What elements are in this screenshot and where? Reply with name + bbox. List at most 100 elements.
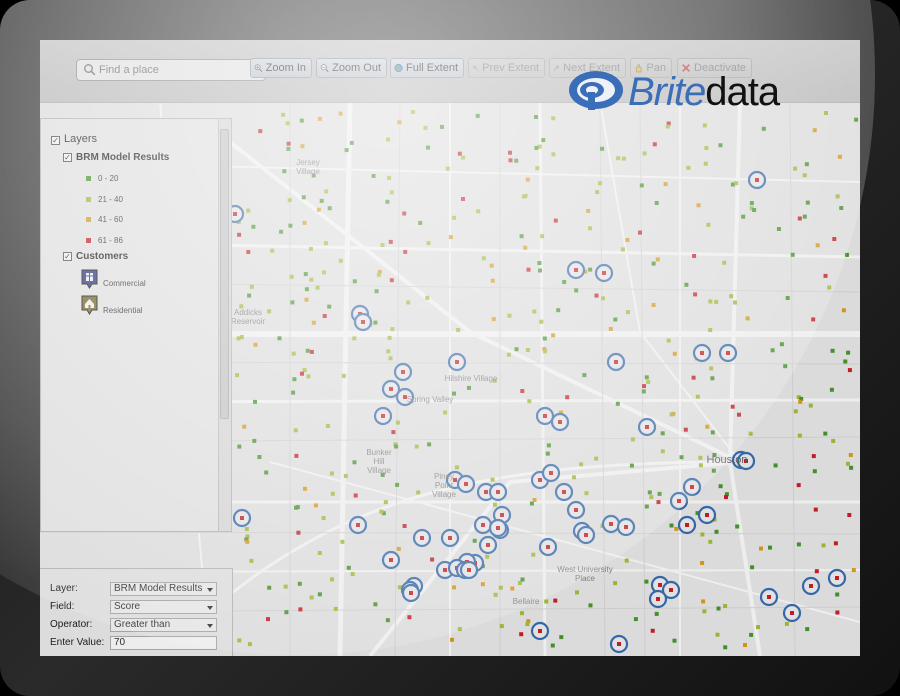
- score-point: [302, 368, 307, 373]
- field-select[interactable]: Score: [110, 600, 217, 614]
- layer-select[interactable]: BRM Model Results: [110, 582, 217, 596]
- score-point: [553, 218, 558, 223]
- score-point: [796, 483, 801, 488]
- customer-score-point: [790, 611, 794, 615]
- score-point: [752, 208, 757, 212]
- operator-select[interactable]: Greater than: [110, 618, 217, 632]
- layers-scrollbar-thumb[interactable]: [220, 129, 229, 419]
- score-point: [443, 410, 448, 415]
- layer-select-value: BRM Model Results: [114, 583, 203, 594]
- score-point: [291, 390, 296, 395]
- score-point: [624, 558, 629, 563]
- brm-model-results-label: BRM Model Results: [76, 152, 170, 163]
- score-point: [519, 234, 524, 239]
- score-point: [325, 423, 330, 428]
- customer-score-point: [361, 320, 365, 324]
- score-point: [294, 453, 299, 458]
- score-point: [279, 229, 284, 234]
- legend-label-21-40: 21 - 40: [98, 195, 123, 204]
- score-point: [633, 617, 638, 622]
- map-label-jersey-village: Jersey Village: [296, 158, 320, 176]
- score-point: [317, 551, 322, 555]
- score-point: [304, 287, 309, 292]
- score-point: [235, 373, 240, 378]
- score-point: [249, 284, 254, 289]
- zoom-in-button[interactable]: Zoom In: [250, 58, 312, 78]
- score-point: [745, 316, 750, 321]
- score-point: [387, 175, 392, 180]
- score-point: [322, 314, 327, 318]
- score-point: [829, 387, 834, 392]
- full-extent-button[interactable]: Full Extent: [390, 58, 464, 78]
- prev-extent-button[interactable]: Prev Extent: [468, 58, 545, 78]
- score-point: [613, 317, 618, 322]
- score-point: [654, 611, 659, 616]
- score-point: [244, 527, 249, 531]
- score-point: [532, 498, 537, 502]
- score-point: [686, 165, 691, 170]
- customer-score-point: [389, 558, 393, 562]
- zoom-out-icon: [320, 64, 329, 73]
- brm-model-results-checkbox[interactable]: ✓: [63, 153, 72, 162]
- score-point: [700, 561, 705, 565]
- score-point: [551, 116, 556, 121]
- customers-checkbox[interactable]: ✓: [63, 252, 72, 261]
- score-point: [666, 338, 671, 343]
- layers-scrollbar[interactable]: [218, 119, 231, 531]
- score-point: [708, 328, 713, 332]
- score-point: [461, 155, 465, 160]
- score-point: [380, 243, 385, 247]
- score-point: [722, 260, 727, 265]
- score-point: [783, 364, 788, 369]
- score-point: [270, 248, 275, 253]
- brm-score-points: [235, 110, 859, 650]
- customer-score-point: [809, 584, 813, 588]
- score-point: [660, 449, 665, 454]
- score-point: [395, 420, 400, 425]
- score-point: [327, 304, 332, 309]
- zoom-out-button[interactable]: Zoom Out: [316, 58, 387, 78]
- customer-score-point: [690, 485, 694, 489]
- search-box[interactable]: [76, 59, 266, 81]
- score-point: [304, 297, 309, 302]
- logo-data: data: [705, 70, 780, 114]
- customer-score-point: [645, 425, 649, 429]
- score-point: [832, 237, 837, 241]
- score-point: [485, 554, 490, 559]
- score-point: [317, 592, 322, 597]
- score-point: [237, 638, 242, 643]
- score-point: [621, 156, 626, 161]
- globe-icon: [394, 63, 403, 73]
- value-input[interactable]: 70: [110, 636, 217, 650]
- score-point: [253, 399, 257, 404]
- score-point: [374, 289, 379, 294]
- score-point: [750, 565, 755, 570]
- score-point: [550, 643, 555, 648]
- customer-score-point: [486, 543, 490, 547]
- score-point: [851, 568, 856, 573]
- customer-score-point: [409, 591, 413, 595]
- score-point: [418, 220, 423, 225]
- customer-score-point: [669, 588, 673, 592]
- score-point: [457, 151, 462, 156]
- score-point: [644, 375, 649, 380]
- score-point: [321, 516, 326, 520]
- score-point: [426, 145, 430, 150]
- score-point: [397, 120, 402, 125]
- score-point: [520, 611, 524, 616]
- score-point: [510, 586, 515, 591]
- score-point: [472, 538, 477, 543]
- score-point: [277, 336, 282, 341]
- score-point: [756, 625, 760, 630]
- score-point: [309, 277, 314, 282]
- score-point: [396, 546, 401, 551]
- score-point: [258, 129, 263, 134]
- score-point: [672, 351, 677, 356]
- customer-score-point: [420, 536, 424, 540]
- score-point: [266, 617, 270, 622]
- search-input[interactable]: [97, 61, 261, 79]
- score-point: [452, 585, 456, 590]
- score-point: [843, 359, 848, 364]
- layers-checkbox[interactable]: ✓: [51, 136, 60, 145]
- score-point: [785, 296, 790, 300]
